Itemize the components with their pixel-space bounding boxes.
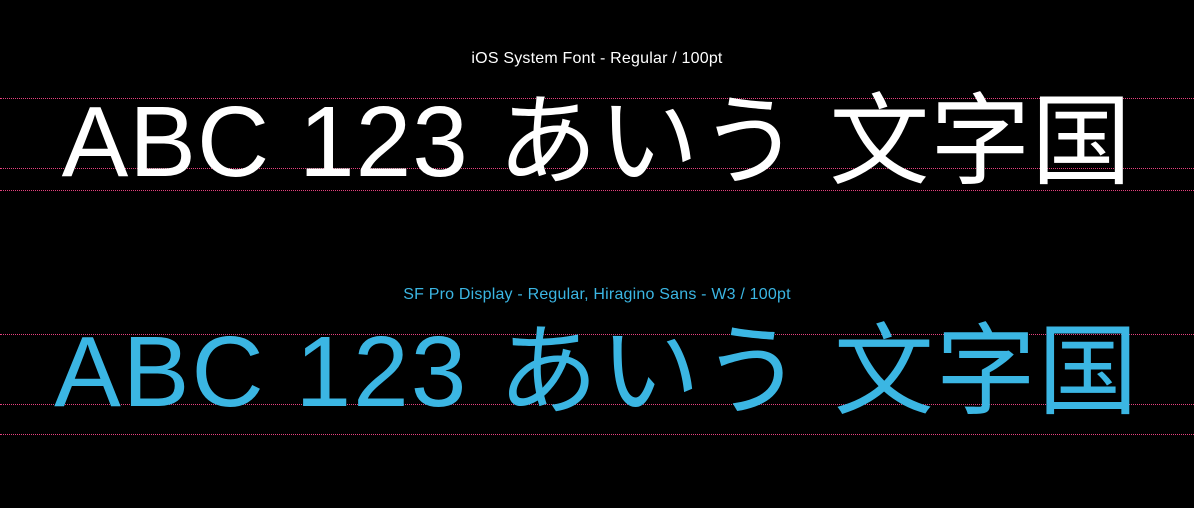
- font-specimen-2: SF Pro Display - Regular, Hiragino Sans …: [0, 216, 1194, 452]
- guide-line-descender: [0, 434, 1194, 435]
- specimen-1-sample-text: ABC 123 あいう 文字国: [0, 92, 1194, 192]
- specimen-2-sample-text: ABC 123 あいう 文字国: [0, 322, 1194, 422]
- font-specimen-1: iOS System Font - Regular / 100pt ABC 12…: [0, 0, 1194, 216]
- specimen-1-label: iOS System Font - Regular / 100pt: [0, 50, 1194, 68]
- specimen-2-label: SF Pro Display - Regular, Hiragino Sans …: [0, 286, 1194, 304]
- specimen-1-sample-area: ABC 123 あいう 文字国: [0, 96, 1194, 216]
- specimen-2-sample-area: ABC 123 あいう 文字国: [0, 332, 1194, 452]
